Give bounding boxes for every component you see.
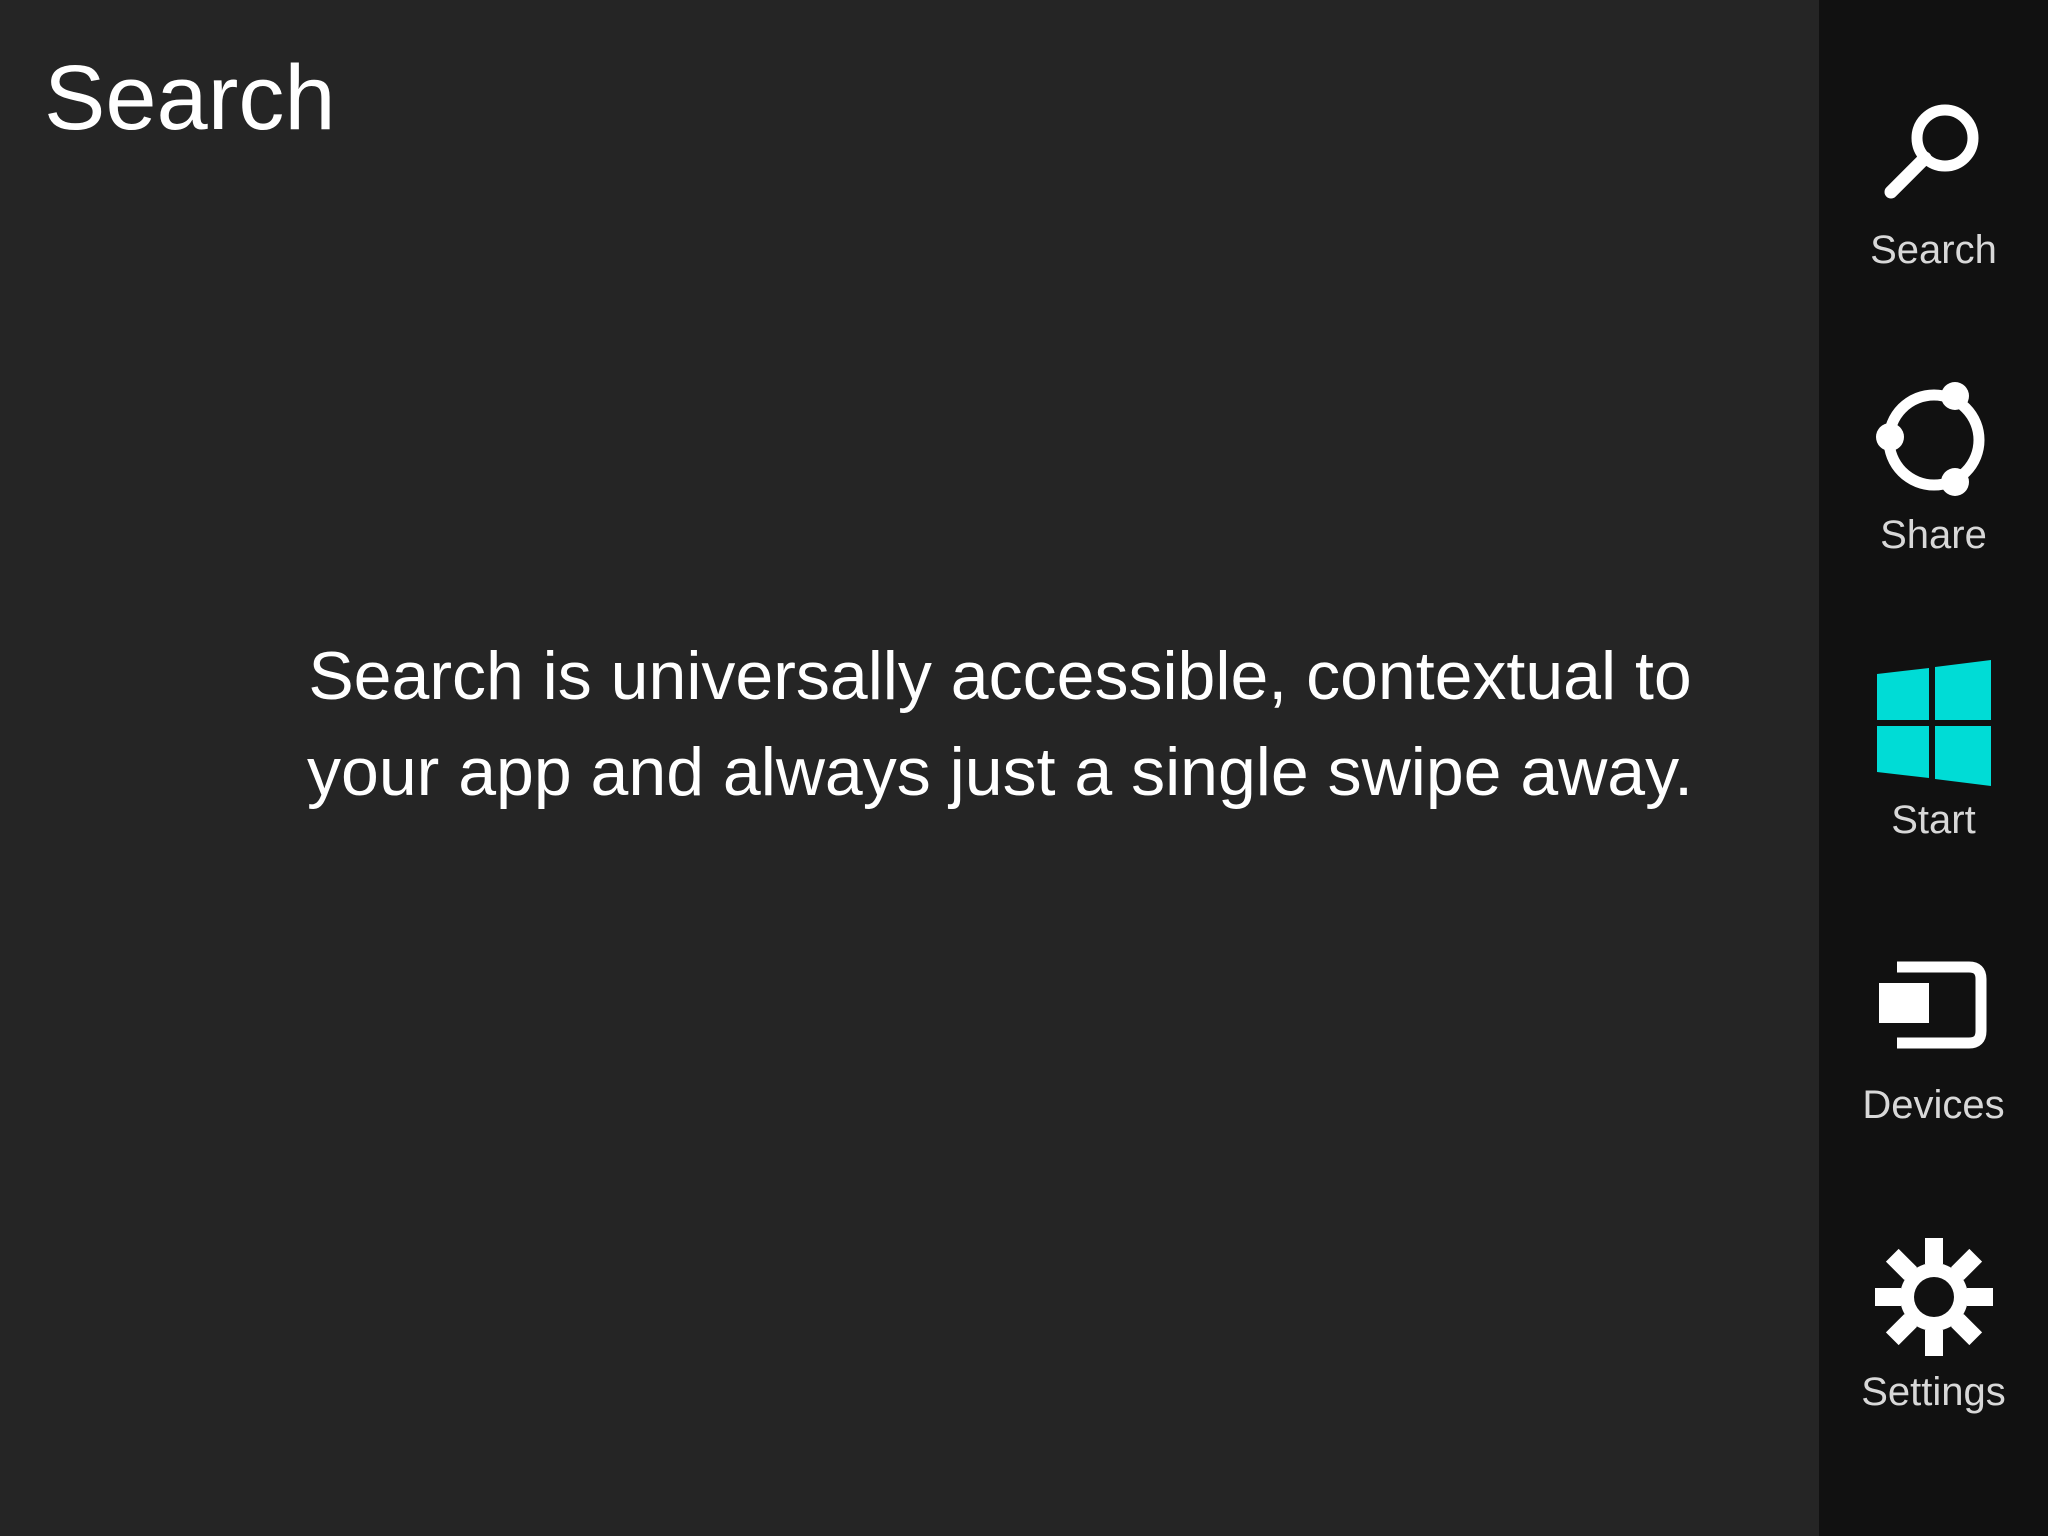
charm-devices-label: Devices (1862, 1083, 2005, 1127)
charm-share-button[interactable]: Share (1819, 375, 2048, 575)
charms-bar: Search Share Start Devices Settings (1819, 0, 2048, 1536)
share-icon (1869, 375, 1999, 505)
charm-start-button[interactable]: Start (1819, 660, 2048, 860)
charm-share-label: Share (1880, 513, 1987, 557)
gear-icon (1869, 1232, 1999, 1362)
charm-search-button[interactable]: Search (1819, 90, 2048, 290)
charm-settings-label: Settings (1861, 1370, 2006, 1414)
search-icon (1869, 90, 1999, 220)
description-line-2: your app and always just a single swipe … (307, 734, 1693, 810)
windows-start-icon (1869, 660, 1999, 790)
description-text: Search is universally accessible, contex… (180, 628, 1820, 820)
app-window: Search Search is universally accessible,… (0, 0, 2048, 1536)
page-title: Search (44, 47, 336, 149)
charm-settings-button[interactable]: Settings (1819, 1232, 2048, 1432)
description-line-1: Search is universally accessible, contex… (308, 638, 1692, 714)
charm-search-label: Search (1870, 228, 1997, 272)
devices-icon (1869, 945, 1999, 1075)
charm-start-label: Start (1891, 798, 1976, 842)
charm-devices-button[interactable]: Devices (1819, 945, 2048, 1145)
